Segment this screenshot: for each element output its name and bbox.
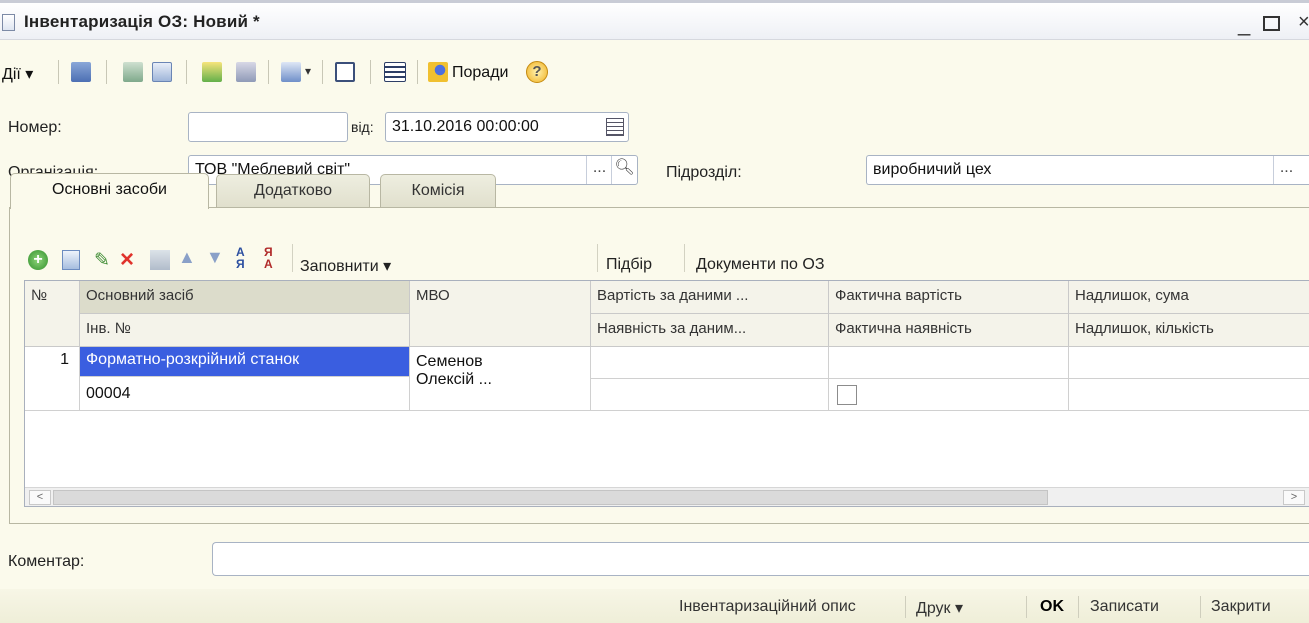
comment-field[interactable] [212, 542, 1309, 576]
copy-doc-icon[interactable] [152, 62, 172, 82]
delete-icon[interactable]: × [120, 246, 134, 274]
unpost-icon[interactable] [236, 62, 256, 82]
based-on-dropdown-icon[interactable]: ▾ [305, 64, 311, 88]
scrollbar-thumb[interactable] [53, 490, 1048, 505]
date-field[interactable]: 31.10.2016 00:00:00 [385, 112, 629, 142]
close-icon[interactable]: × [1298, 11, 1309, 34]
mvo-line1: Семенов [416, 353, 483, 370]
move-down-row-icon[interactable]: ▼ [206, 247, 224, 268]
end-edit-icon[interactable] [150, 250, 170, 270]
search-icon[interactable]: 🔍︎ [611, 156, 637, 184]
col-header-inventory-number[interactable]: Інв. № [80, 314, 410, 347]
toolbar: Дії ▾ ▾ Поради ? [0, 56, 1309, 88]
title-bar: Інвентаризація ОЗ: Новий * _ × [0, 0, 1309, 40]
copy-icon[interactable] [62, 250, 80, 270]
department-label: Підрозділ: [666, 164, 742, 181]
move-down-icon[interactable] [71, 62, 91, 82]
sort-desc-icon[interactable]: ЯА [264, 246, 273, 270]
fill-button[interactable]: Заповнити ▾ [300, 256, 391, 276]
edit-icon[interactable]: ✎ [94, 249, 110, 272]
number-field[interactable] [188, 112, 348, 142]
actions-menu[interactable]: Дії ▾ [2, 64, 33, 88]
assets-table[interactable]: № Основний засіб МВО Вартість за даними … [24, 280, 1309, 507]
surplus-sum-cell[interactable] [1069, 347, 1309, 379]
mvo-cell[interactable]: Семенов Олексій ... [410, 347, 591, 411]
select-organization-button[interactable]: ... [586, 156, 612, 184]
window-icon [2, 14, 15, 31]
calendar-icon[interactable] [606, 118, 624, 136]
actual-value-cell[interactable] [829, 347, 1069, 379]
department-field[interactable]: виробничий цех ... [866, 155, 1309, 185]
department-value: виробничий цех [873, 161, 992, 178]
tips-icon[interactable] [428, 62, 448, 82]
date-value: 31.10.2016 00:00:00 [392, 118, 539, 135]
select-button[interactable]: Підбір [606, 256, 652, 274]
book-value-cell[interactable] [591, 347, 829, 379]
select-department-button[interactable]: ... [1273, 156, 1299, 184]
documents-button[interactable]: Документи по ОЗ [696, 256, 824, 274]
comment-label: Коментар: [8, 553, 85, 570]
horizontal-scrollbar[interactable]: < > [25, 487, 1309, 506]
surplus-quantity-cell[interactable] [1069, 379, 1309, 411]
number-label: Номер: [8, 119, 62, 136]
add-icon[interactable]: + [28, 250, 48, 270]
row-number-cell[interactable]: 1 [25, 347, 80, 411]
fill-label: Заповнити [300, 258, 379, 275]
col-header-asset[interactable]: Основний засіб [80, 281, 410, 314]
actual-quantity-checkbox[interactable] [837, 385, 857, 405]
actions-label: Дії [2, 66, 21, 83]
inventory-number-cell[interactable]: 00004 [80, 377, 410, 411]
scroll-right-icon[interactable]: > [1283, 490, 1305, 505]
tips-button[interactable]: Поради [452, 64, 508, 88]
close-button[interactable]: Закрити [1211, 598, 1271, 616]
save-button[interactable]: Записати [1090, 598, 1159, 616]
footer-bar: Інвентаризаційний опис Друк ▾ OK Записат… [0, 589, 1309, 623]
actual-quantity-cell[interactable] [829, 379, 1069, 411]
mvo-line2: Олексій ... [416, 371, 492, 388]
scroll-left-icon[interactable]: < [29, 490, 51, 505]
tab-fixed-assets[interactable]: Основні засоби [10, 173, 209, 209]
window-title: Інвентаризація ОЗ: Новий * [24, 12, 260, 31]
col-header-number[interactable]: № [25, 281, 80, 347]
sort-asc-icon[interactable]: АЯ [236, 246, 245, 270]
book-quantity-cell[interactable] [591, 379, 829, 411]
col-header-mvo[interactable]: МВО [410, 281, 591, 347]
col-header-surplus-sum[interactable]: Надлишок, сума [1069, 281, 1309, 314]
journal-icon[interactable] [335, 62, 355, 82]
date-label: від: [351, 119, 374, 135]
move-up-icon[interactable]: ▲ [178, 247, 196, 268]
print-label: Друк [916, 600, 951, 617]
col-header-book-value[interactable]: Вартість за даними ... [591, 281, 829, 314]
refresh-icon[interactable] [123, 62, 143, 82]
tab-additional[interactable]: Додатково [216, 174, 370, 208]
col-header-book-quantity[interactable]: Наявність за даним... [591, 314, 829, 347]
inventory-list-button[interactable]: Інвентаризаційний опис [679, 598, 856, 616]
help-icon[interactable]: ? [526, 61, 548, 83]
col-header-surplus-quantity[interactable]: Надлишок, кількість [1069, 314, 1309, 347]
print-button[interactable]: Друк ▾ [916, 598, 963, 618]
based-on-icon[interactable] [281, 62, 301, 82]
minimize-icon[interactable]: _ [1238, 11, 1250, 37]
tab-commission[interactable]: Комісія [380, 174, 496, 208]
post-icon[interactable] [202, 62, 222, 82]
col-header-actual-value[interactable]: Фактична вартість [829, 281, 1069, 314]
maximize-icon[interactable] [1263, 16, 1280, 31]
asset-cell[interactable]: Форматно-розкрійний станок [80, 347, 410, 377]
ok-button[interactable]: OK [1040, 598, 1064, 616]
structure-icon[interactable] [384, 62, 406, 82]
col-header-actual-quantity[interactable]: Фактична наявність [829, 314, 1069, 347]
